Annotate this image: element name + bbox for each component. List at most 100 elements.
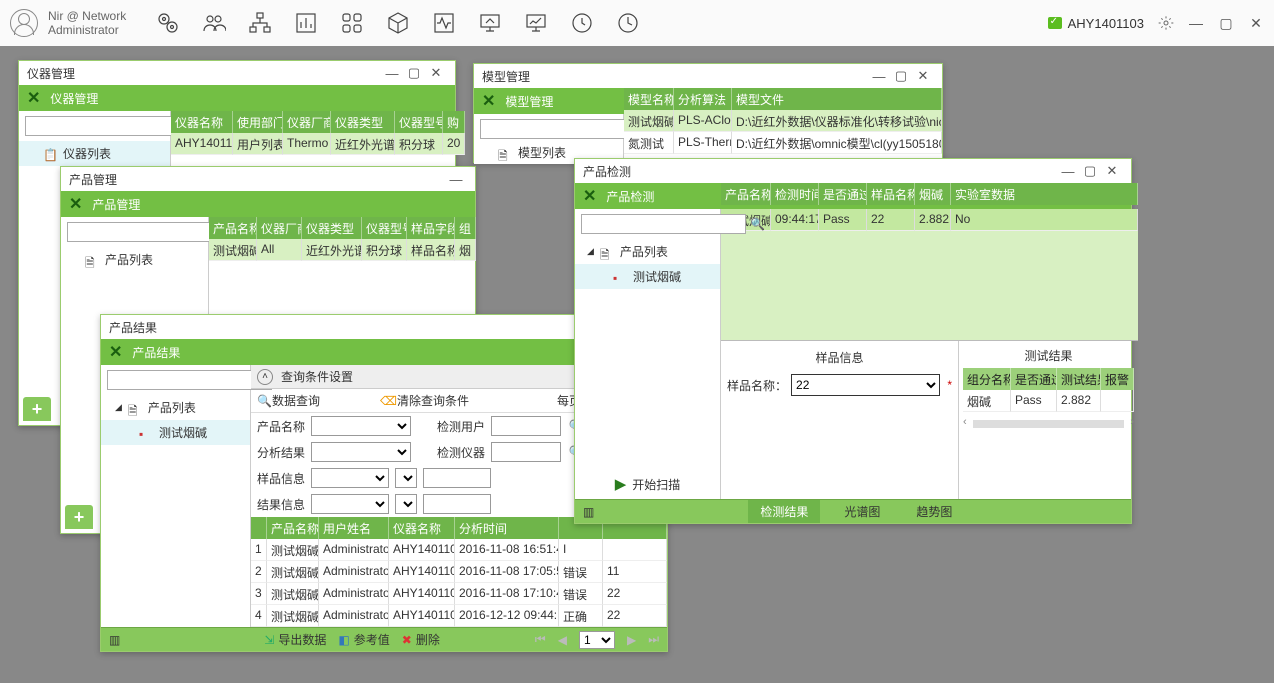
tree-root-item[interactable]: 📋 仪器列表: [19, 141, 170, 166]
tree-root-item[interactable]: ◢ 🗎 产品列表: [575, 239, 720, 264]
table-row[interactable]: 4测试烟碱AdministratorAHY14011032016-12-12 0…: [251, 605, 667, 627]
reference-button[interactable]: ◧参考值: [338, 631, 389, 648]
broom-icon: ⌫: [380, 394, 397, 408]
maximize-icon[interactable]: ▢: [1079, 162, 1101, 180]
delete-icon: ✖: [402, 633, 412, 647]
tree-root-item[interactable]: ◢ 🗎 产品列表: [101, 395, 250, 420]
table-row[interactable]: 烟碱 Pass 2.882: [963, 390, 1134, 412]
maximize-icon[interactable]: ▢: [890, 67, 912, 85]
table-row[interactable]: 1测试烟碱AdministratorAHY14011032016-11-08 1…: [251, 539, 667, 561]
sample-val-input[interactable]: [423, 468, 491, 488]
table-row[interactable]: AHY1401103 用户列表 Thermo 近红外光谱仪 积分球 20: [171, 133, 465, 155]
clock-icon[interactable]: [616, 11, 640, 35]
search-input[interactable]: [25, 116, 190, 136]
search-icon: 🔍: [257, 394, 272, 408]
list-icon: 🗎: [498, 147, 512, 159]
page-next-icon[interactable]: ▶: [627, 633, 636, 647]
result-val-input[interactable]: [423, 494, 491, 514]
layout-icon[interactable]: ▥: [583, 505, 594, 519]
tab-trend[interactable]: 趋势图: [904, 500, 964, 523]
table-row[interactable]: 测试烟碱 PLS-ACloud D:\近红外数据\仪器标准化\转移试验\nic-…: [624, 110, 942, 132]
arrow-icon[interactable]: ◢: [115, 402, 122, 413]
sample-name-combo[interactable]: 22: [791, 374, 940, 396]
scroll-left-icon[interactable]: ‹: [963, 416, 967, 432]
delete-button[interactable]: ✖删除: [402, 631, 440, 648]
tree-root-item[interactable]: 🗎 产品列表: [61, 247, 208, 272]
close-panel-icon[interactable]: ✕: [583, 186, 596, 206]
layout-icon[interactable]: ▥: [109, 633, 120, 647]
maximize-icon[interactable]: ▢: [403, 64, 425, 82]
minimize-icon[interactable]: —: [445, 170, 467, 188]
minimize-icon[interactable]: —: [381, 64, 403, 82]
modules-grid-icon[interactable]: [340, 11, 364, 35]
table-row[interactable]: 测试烟碱 All 近红外光谱仪 积分球 样品名称 烟: [209, 239, 476, 261]
query-button[interactable]: 🔍数据查询: [257, 392, 320, 409]
search-icon[interactable]: 🔍: [750, 215, 765, 233]
panel-title: 模型管理: [505, 93, 553, 110]
minimize-icon[interactable]: —: [868, 67, 890, 85]
search-input[interactable]: [107, 370, 272, 390]
users-icon[interactable]: [202, 11, 226, 35]
chart-bar-icon[interactable]: [294, 11, 318, 35]
instr-input[interactable]: [491, 442, 561, 462]
scroll-right-icon[interactable]: ›: [1130, 416, 1134, 432]
top-toolbar: Nir @ Network Administrator AHY1401103 —…: [0, 0, 1274, 46]
close-panel-icon[interactable]: ✕: [109, 342, 122, 362]
toolbar-icons: [156, 11, 640, 35]
close-panel-icon[interactable]: ✕: [69, 194, 82, 214]
close-icon[interactable]: ✕: [1101, 162, 1123, 180]
analysis-combo[interactable]: [311, 442, 411, 462]
close-icon[interactable]: ✕: [1248, 15, 1264, 31]
window-title: 仪器管理: [27, 65, 75, 82]
org-tree-icon[interactable]: [248, 11, 272, 35]
page-first-icon[interactable]: ⏮: [535, 632, 546, 647]
collapse-icon[interactable]: ˄: [257, 369, 273, 385]
result-op-combo[interactable]: [395, 494, 417, 514]
sample-field-combo[interactable]: [311, 468, 389, 488]
page-last-icon[interactable]: ⏭: [648, 632, 659, 647]
add-button[interactable]: +: [65, 505, 93, 529]
search-input[interactable]: [581, 214, 746, 234]
refresh-icon[interactable]: [570, 11, 594, 35]
table-row[interactable]: 2测试烟碱AdministratorAHY14011032016-11-08 1…: [251, 561, 667, 583]
monitor-up-icon[interactable]: [478, 11, 502, 35]
maximize-icon[interactable]: ▢: [1218, 15, 1234, 31]
minimize-icon[interactable]: —: [1057, 162, 1079, 180]
start-scan-button[interactable]: ▶ 开始扫描: [575, 475, 720, 493]
play-icon: ▶: [615, 475, 627, 493]
prodname-combo[interactable]: [311, 416, 411, 436]
monitor-chart-icon[interactable]: [524, 11, 548, 35]
table-header: 模型名称 分析算法 模型文件: [624, 88, 942, 110]
page-combo[interactable]: 1: [579, 631, 615, 649]
clear-query-button[interactable]: ⌫清除查询条件: [380, 392, 469, 409]
table-row[interactable]: 测试烟碱 09:44:17 Pass 22 2.882 No: [721, 209, 1138, 231]
table-row[interactable]: 3测试烟碱AdministratorAHY14011032016-11-08 1…: [251, 583, 667, 605]
search-input[interactable]: [67, 222, 232, 242]
result-field-combo[interactable]: [311, 494, 389, 514]
sample-op-combo[interactable]: [395, 468, 417, 488]
table-row[interactable]: 氮测试 PLS-Thermo D:\近红外数据\omnic模型\cl(yy150…: [624, 132, 942, 154]
close-panel-icon[interactable]: ✕: [27, 88, 40, 108]
tree-leaf-item[interactable]: ▪ 测试烟碱: [575, 264, 720, 289]
close-panel-icon[interactable]: ✕: [482, 91, 495, 111]
minimize-icon[interactable]: —: [1188, 15, 1204, 31]
page-prev-icon[interactable]: ◀: [558, 633, 567, 647]
tree-leaf-item[interactable]: ▪ 测试烟碱: [101, 420, 250, 445]
search-input[interactable]: [480, 119, 645, 139]
tab-spectrum[interactable]: 光谱图: [832, 500, 892, 523]
cube-icon[interactable]: [386, 11, 410, 35]
tab-detect-result[interactable]: 检测结果: [748, 500, 820, 523]
activity-icon[interactable]: [432, 11, 456, 35]
scrollbar[interactable]: [973, 420, 1125, 428]
arrow-icon[interactable]: ◢: [587, 246, 594, 257]
close-icon[interactable]: ✕: [425, 64, 447, 82]
add-button[interactable]: +: [23, 397, 51, 421]
close-icon[interactable]: ✕: [912, 67, 934, 85]
export-button[interactable]: ⇲导出数据: [264, 631, 326, 648]
res-table-header: 组分名称 是否通过 测试结果 报警: [963, 368, 1134, 390]
settings-gear-icon[interactable]: [156, 11, 180, 35]
query-title: 查询条件设置: [281, 368, 353, 385]
user-input[interactable]: [491, 416, 561, 436]
gear-icon[interactable]: [1158, 15, 1174, 31]
panel-title: 产品结果: [132, 344, 180, 361]
